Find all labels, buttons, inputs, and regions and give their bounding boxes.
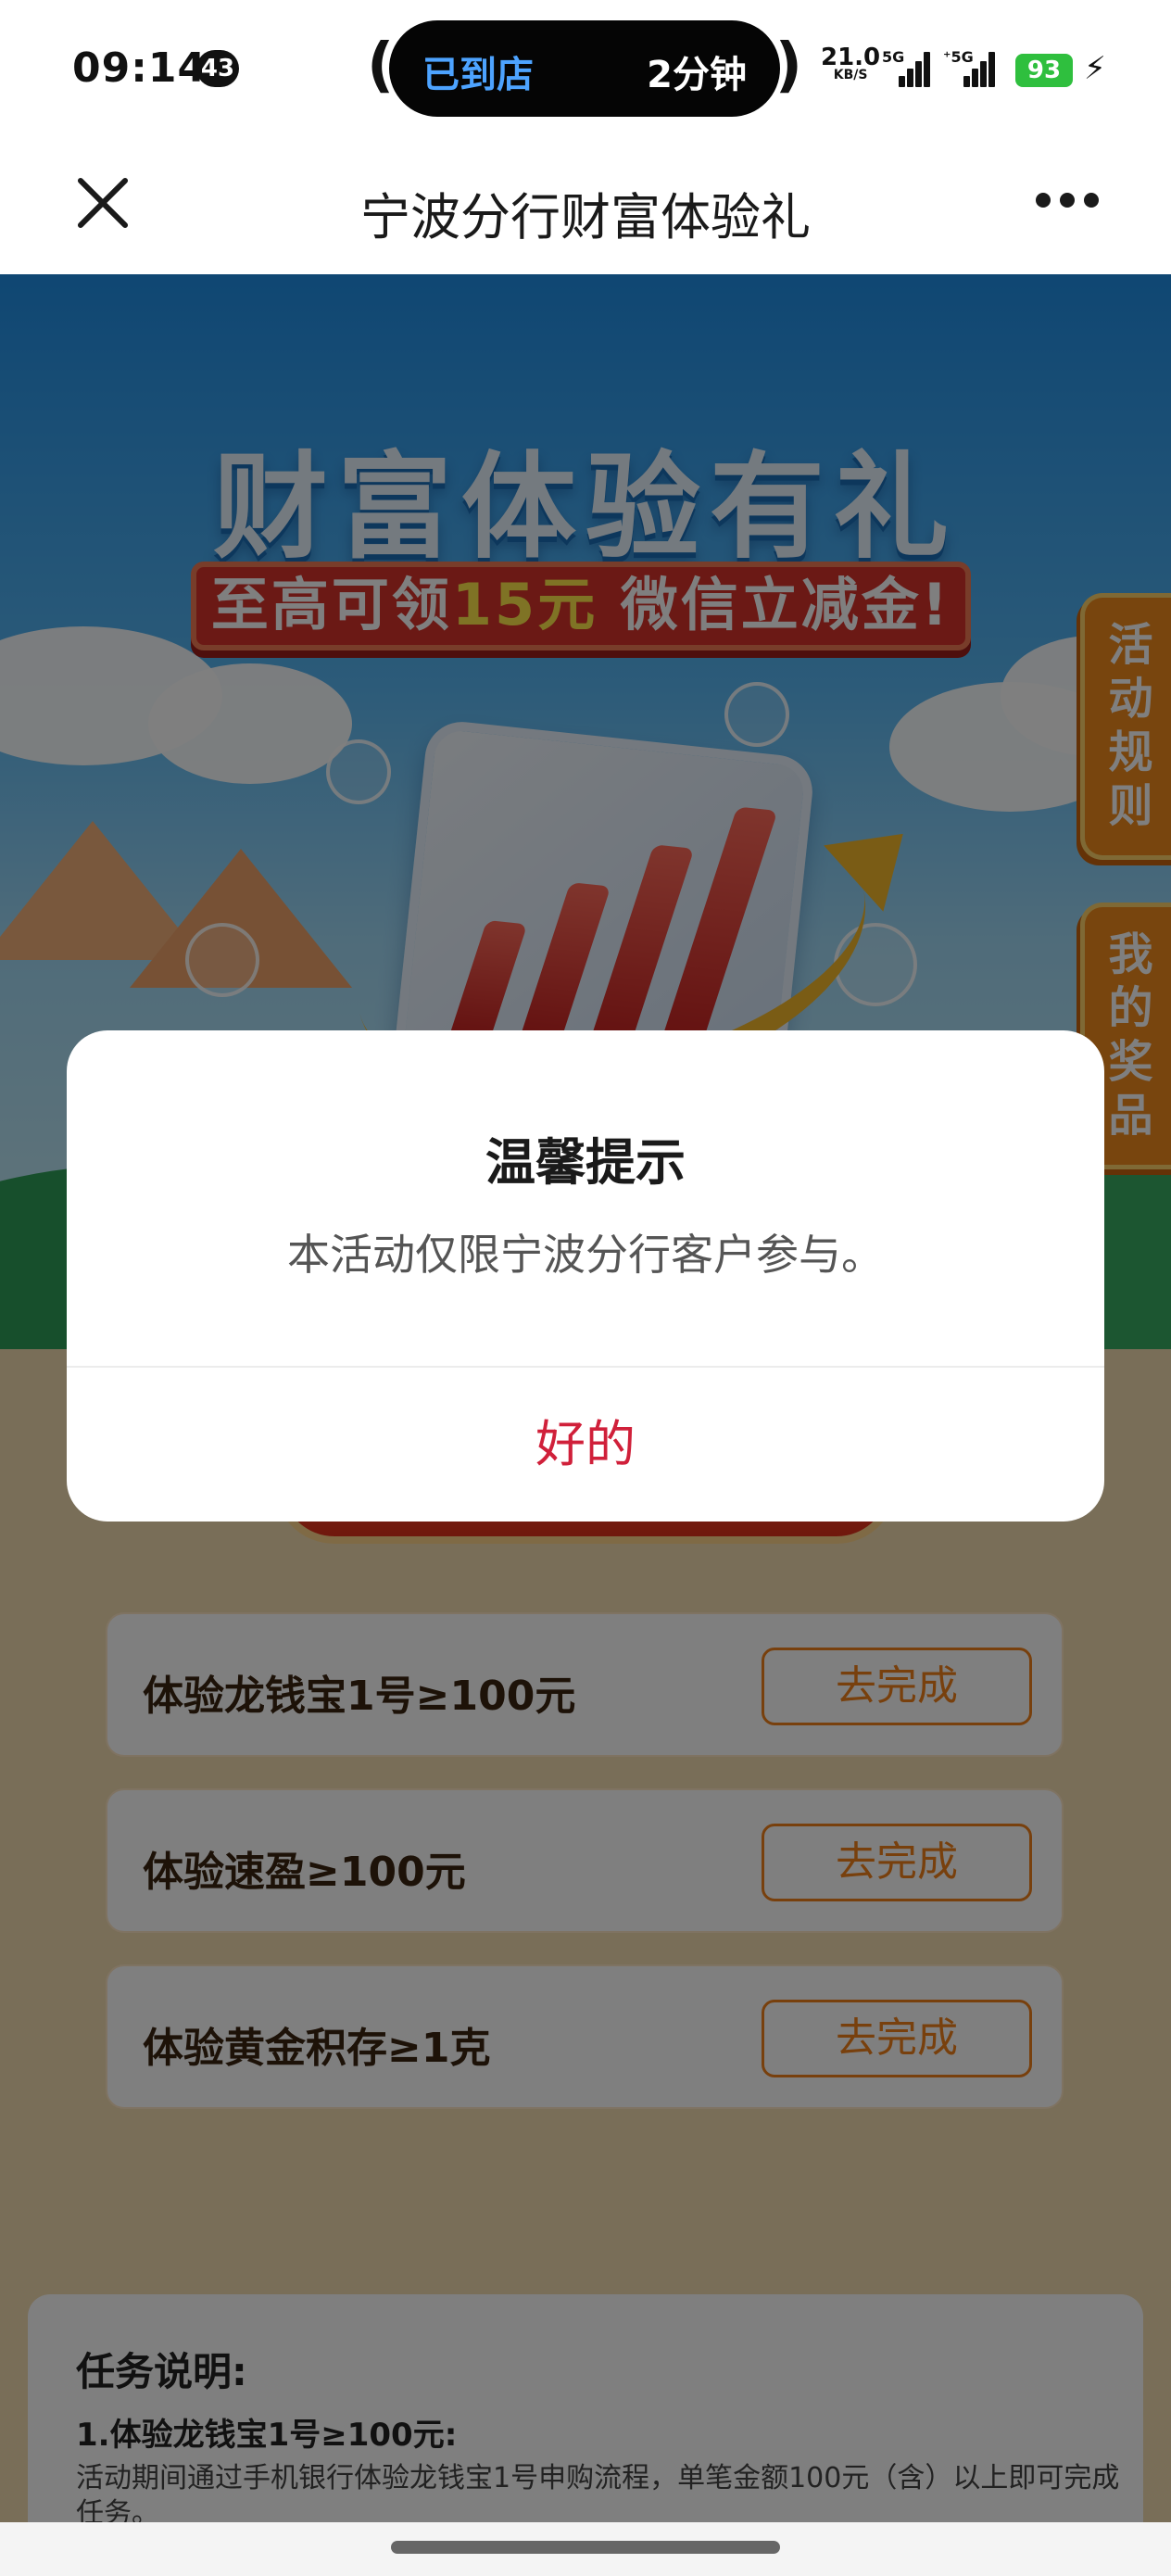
status-bar: 09:14 43 ( 已到店 2分钟 ) 21.0 KB/S 5G ⁺5G 93…: [0, 0, 1171, 139]
island-pill: 已到店 2分钟: [389, 20, 780, 117]
signal-type-label: 5G: [882, 48, 905, 66]
island-timer-text: 2分钟: [647, 54, 747, 96]
dialog-title: 温馨提示: [485, 1133, 686, 1192]
dialog-message: 本活动仅限宁波分行客户参与。: [287, 1230, 884, 1280]
gesture-area: [0, 2522, 1171, 2576]
signal-type-2-label: ⁺5G: [943, 48, 974, 66]
notification-count-badge: 43: [196, 50, 239, 87]
home-indicator[interactable]: [391, 2541, 780, 2554]
alert-dialog: 温馨提示 本活动仅限宁波分行客户参与。 好的: [67, 1030, 1104, 1522]
signal-strength-icon: 5G: [882, 48, 930, 87]
ok-button[interactable]: 好的: [67, 1368, 1104, 1522]
charging-bolt-icon: ⚡: [1084, 50, 1106, 87]
network-speed: 21.0 KB/S: [821, 45, 880, 82]
status-time: 09:14: [72, 44, 208, 92]
navigation-bar: 宁波分行财富体验礼: [0, 139, 1171, 274]
page-title: 宁波分行财富体验礼: [360, 188, 811, 246]
island-status-text: 已到店: [422, 54, 534, 96]
dynamic-island[interactable]: ( 已到店 2分钟 ): [367, 20, 802, 120]
signal-strength-2-icon: ⁺5G: [943, 48, 995, 87]
battery-level: 93: [1015, 54, 1073, 87]
island-bracket-right-icon: ): [774, 32, 802, 100]
more-icon[interactable]: [1036, 193, 1099, 211]
